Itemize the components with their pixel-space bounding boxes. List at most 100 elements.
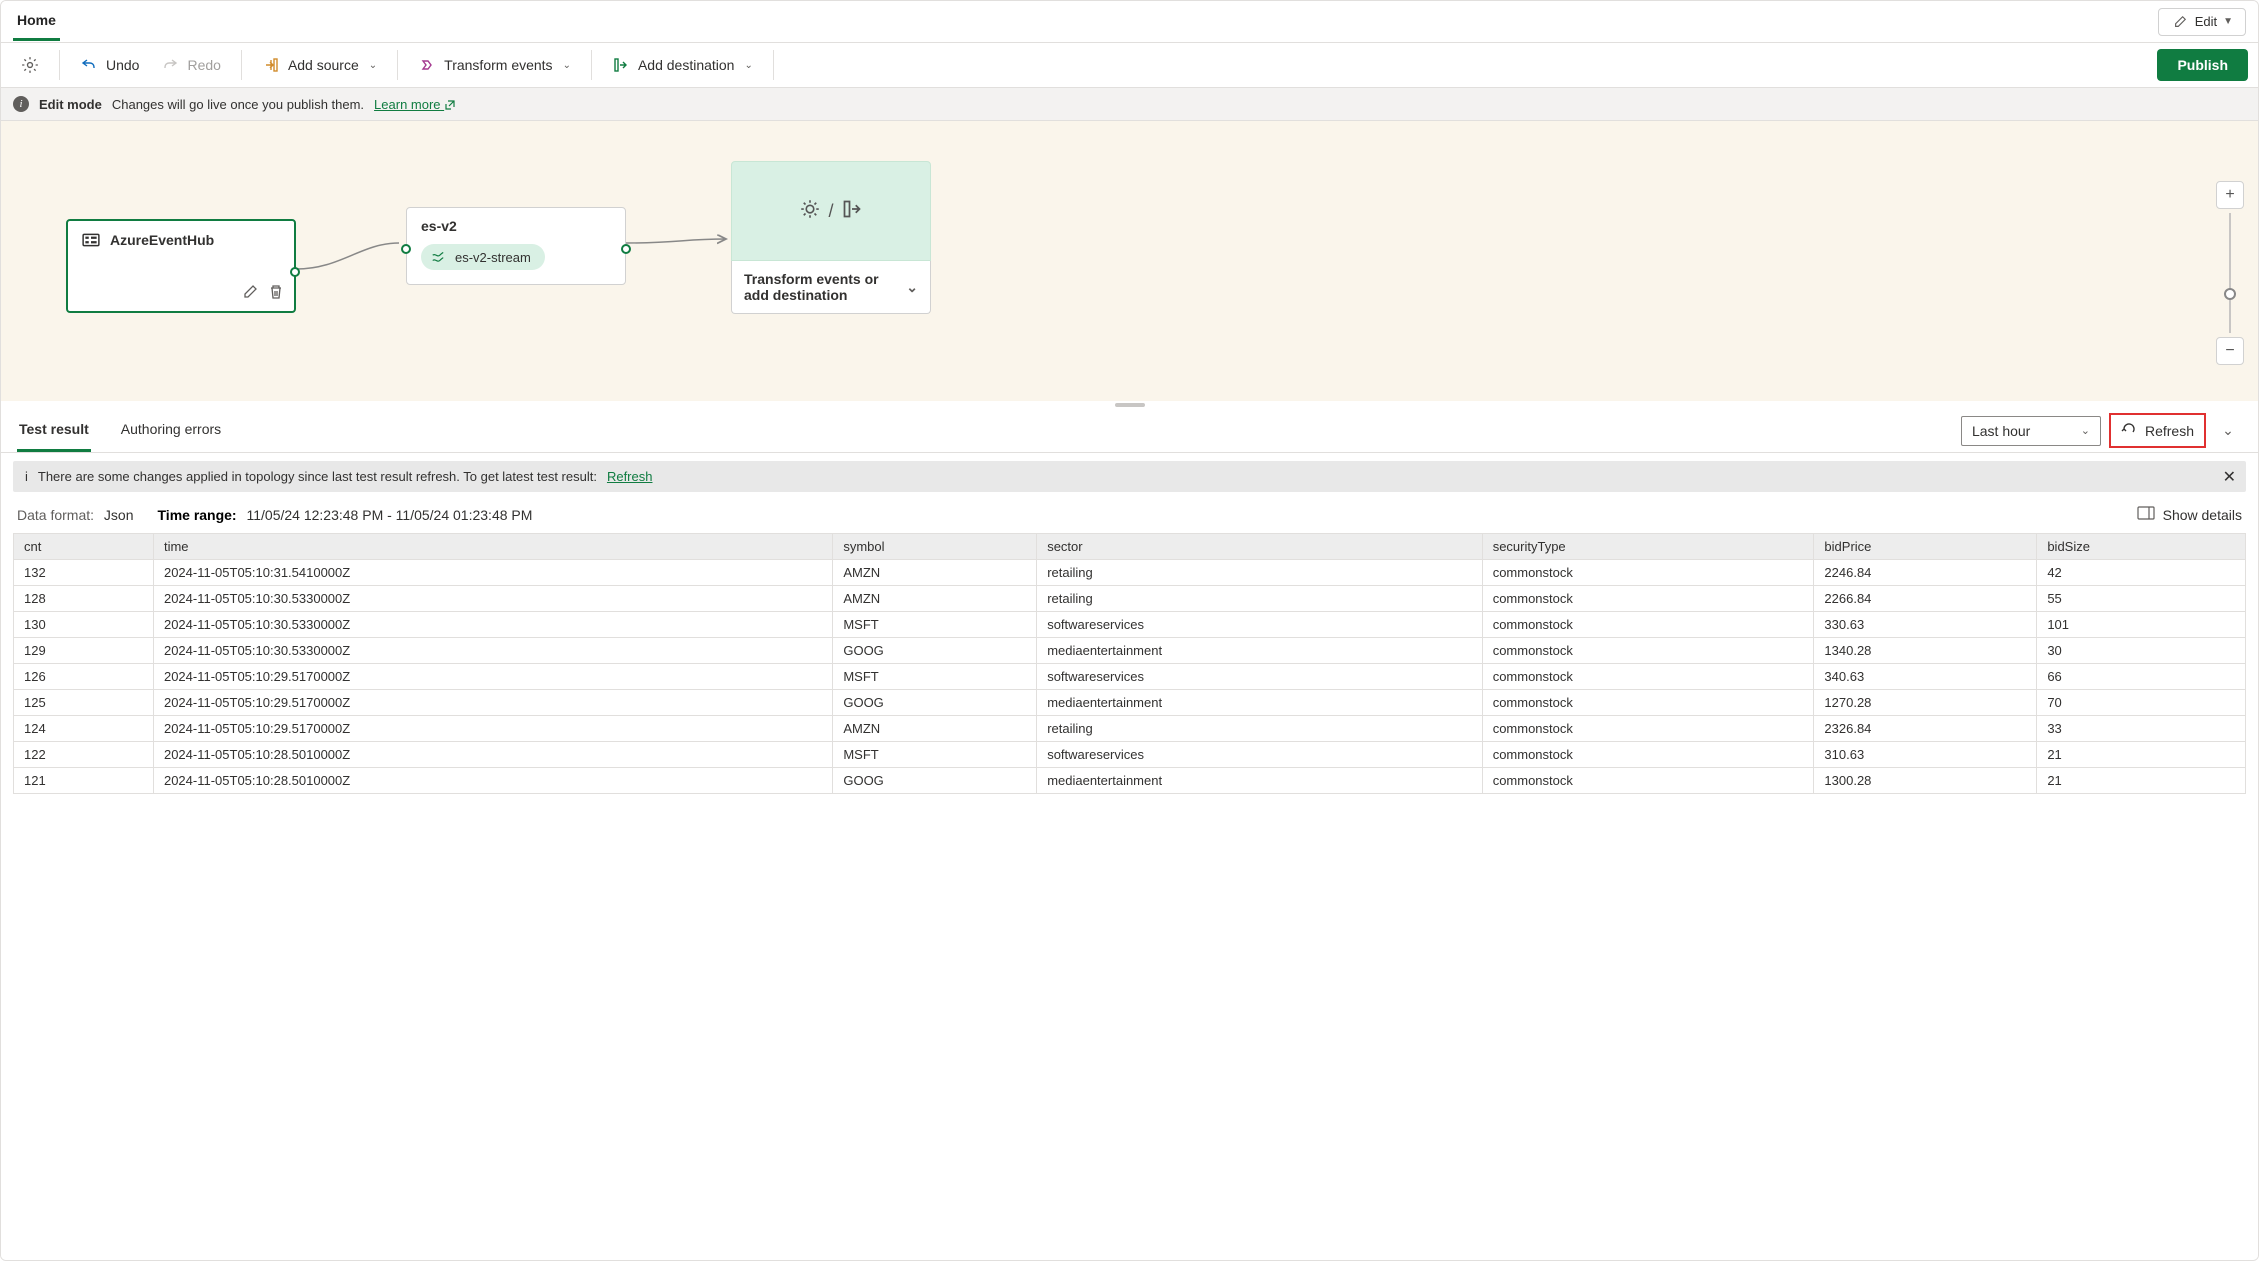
table-row[interactable]: 1252024-11-05T05:10:29.5170000ZGOOGmedia… bbox=[14, 690, 2246, 716]
panel-splitter[interactable] bbox=[1, 401, 2258, 409]
table-cell: 21 bbox=[2037, 768, 2246, 794]
table-cell: mediaentertainment bbox=[1037, 638, 1483, 664]
edit-label: Edit bbox=[2195, 14, 2217, 29]
stream-icon bbox=[429, 248, 447, 266]
table-cell: AMZN bbox=[833, 586, 1037, 612]
column-header[interactable]: bidPrice bbox=[1814, 534, 2037, 560]
node-input-port[interactable] bbox=[401, 244, 411, 254]
table-row[interactable]: 1242024-11-05T05:10:29.5170000ZAMZNretai… bbox=[14, 716, 2246, 742]
edit-mode-info-bar: i Edit mode Changes will go live once yo… bbox=[1, 88, 2258, 121]
table-row[interactable]: 1302024-11-05T05:10:30.5330000ZMSFTsoftw… bbox=[14, 612, 2246, 638]
column-header[interactable]: sector bbox=[1037, 534, 1483, 560]
alert-refresh-link[interactable]: Refresh bbox=[607, 469, 653, 484]
table-row[interactable]: 1222024-11-05T05:10:28.5010000ZMSFTsoftw… bbox=[14, 742, 2246, 768]
table-cell: commonstock bbox=[1482, 638, 1814, 664]
close-alert-button[interactable]: ✕ bbox=[2223, 467, 2236, 487]
destination-icons-row: / bbox=[731, 161, 931, 261]
tab-home[interactable]: Home bbox=[13, 2, 60, 41]
results-table-wrap[interactable]: cnttimesymbolsectorsecurityTypebidPriceb… bbox=[1, 533, 2258, 1260]
table-row[interactable]: 1262024-11-05T05:10:29.5170000ZMSFTsoftw… bbox=[14, 664, 2246, 690]
table-cell: 2024-11-05T05:10:30.5330000Z bbox=[153, 638, 832, 664]
table-cell: mediaentertainment bbox=[1037, 690, 1483, 716]
redo-label: Redo bbox=[187, 57, 220, 73]
table-cell: 1300.28 bbox=[1814, 768, 2037, 794]
refresh-button[interactable]: Refresh bbox=[2109, 413, 2206, 448]
add-source-button[interactable]: Add source ⌄ bbox=[254, 50, 385, 80]
table-cell: 21 bbox=[2037, 742, 2246, 768]
source-title: AzureEventHub bbox=[110, 232, 214, 248]
edit-mode-message: Changes will go live once you publish th… bbox=[112, 97, 364, 112]
stream-chip[interactable]: es-v2-stream bbox=[421, 244, 545, 270]
caret-down-icon: ▼ bbox=[2223, 16, 2233, 27]
data-format-label: Data format: bbox=[17, 507, 94, 523]
redo-button[interactable]: Redo bbox=[153, 50, 228, 80]
table-cell: 101 bbox=[2037, 612, 2246, 638]
show-details-label: Show details bbox=[2163, 507, 2242, 523]
table-cell: 126 bbox=[14, 664, 154, 690]
delete-node-button[interactable] bbox=[268, 284, 284, 303]
toolbar: Undo Redo Add source ⌄ bbox=[1, 43, 2258, 88]
undo-button[interactable]: Undo bbox=[72, 50, 147, 80]
tab-authoring-errors[interactable]: Authoring errors bbox=[119, 409, 223, 452]
node-output-port[interactable] bbox=[621, 244, 631, 254]
node-stream[interactable]: es-v2 es-v2-stream bbox=[406, 207, 626, 285]
table-cell: 129 bbox=[14, 638, 154, 664]
zoom-slider[interactable] bbox=[2229, 213, 2231, 333]
column-header[interactable]: securityType bbox=[1482, 534, 1814, 560]
table-cell: commonstock bbox=[1482, 664, 1814, 690]
node-source[interactable]: AzureEventHub bbox=[66, 219, 296, 313]
learn-more-link[interactable]: Learn more bbox=[374, 97, 456, 112]
table-cell: 2024-11-05T05:10:29.5170000Z bbox=[153, 690, 832, 716]
table-row[interactable]: 1212024-11-05T05:10:28.5010000ZGOOGmedia… bbox=[14, 768, 2246, 794]
transform-events-button[interactable]: Transform events ⌄ bbox=[410, 50, 579, 80]
column-header[interactable]: time bbox=[153, 534, 832, 560]
table-cell: 2024-11-05T05:10:29.5170000Z bbox=[153, 664, 832, 690]
table-cell: 310.63 bbox=[1814, 742, 2037, 768]
undo-label: Undo bbox=[106, 57, 139, 73]
table-cell: 2024-11-05T05:10:30.5330000Z bbox=[153, 612, 832, 638]
zoom-out-button[interactable]: − bbox=[2216, 337, 2244, 365]
table-cell: GOOG bbox=[833, 638, 1037, 664]
column-header[interactable]: symbol bbox=[833, 534, 1037, 560]
table-row[interactable]: 1322024-11-05T05:10:31.5410000ZAMZNretai… bbox=[14, 560, 2246, 586]
edit-node-button[interactable] bbox=[242, 284, 258, 303]
table-cell: retailing bbox=[1037, 560, 1483, 586]
expand-panel-button[interactable]: ⌄ bbox=[2214, 417, 2242, 445]
column-header[interactable]: cnt bbox=[14, 534, 154, 560]
pipeline-canvas[interactable]: AzureEventHub es-v2 es-v2-stream bbox=[1, 121, 2258, 401]
node-output-port[interactable] bbox=[290, 267, 300, 277]
zoom-in-button[interactable]: + bbox=[2216, 181, 2244, 209]
stream-node-title: es-v2 bbox=[421, 218, 457, 234]
table-cell: 70 bbox=[2037, 690, 2246, 716]
publish-button[interactable]: Publish bbox=[2157, 49, 2248, 81]
column-header[interactable]: bidSize bbox=[2037, 534, 2246, 560]
bottom-tabbar: Test result Authoring errors Last hour ⌄… bbox=[1, 409, 2258, 453]
table-row[interactable]: 1282024-11-05T05:10:30.5330000ZAMZNretai… bbox=[14, 586, 2246, 612]
table-cell: 121 bbox=[14, 768, 154, 794]
edit-mode-label: Edit mode bbox=[39, 97, 102, 112]
table-row[interactable]: 1292024-11-05T05:10:30.5330000ZGOOGmedia… bbox=[14, 638, 2246, 664]
chevron-down-icon[interactable]: ⌄ bbox=[906, 279, 918, 296]
node-destination-placeholder[interactable]: / Transform events or add destination ⌄ bbox=[731, 161, 931, 314]
table-cell: GOOG bbox=[833, 768, 1037, 794]
tab-strip: Home Edit ▼ bbox=[1, 1, 2258, 43]
settings-button[interactable] bbox=[13, 50, 47, 80]
table-cell: 2246.84 bbox=[1814, 560, 2037, 586]
show-details-button[interactable]: Show details bbox=[2137, 506, 2242, 523]
table-cell: AMZN bbox=[833, 716, 1037, 742]
time-range-label: Time range: bbox=[158, 507, 237, 523]
table-cell: commonstock bbox=[1482, 586, 1814, 612]
time-range-select[interactable]: Last hour ⌄ bbox=[1961, 416, 2101, 446]
table-cell: retailing bbox=[1037, 586, 1483, 612]
undo-icon bbox=[80, 56, 98, 74]
add-destination-button[interactable]: Add destination ⌄ bbox=[604, 50, 761, 80]
table-cell: softwareservices bbox=[1037, 742, 1483, 768]
table-cell: MSFT bbox=[833, 742, 1037, 768]
edit-mode-dropdown[interactable]: Edit ▼ bbox=[2158, 8, 2246, 36]
table-cell: 2024-11-05T05:10:29.5170000Z bbox=[153, 716, 832, 742]
table-cell: GOOG bbox=[833, 690, 1037, 716]
table-cell: 1270.28 bbox=[1814, 690, 2037, 716]
zoom-thumb[interactable] bbox=[2224, 288, 2236, 300]
tab-test-result[interactable]: Test result bbox=[17, 409, 91, 452]
chevron-down-icon: ⌄ bbox=[2081, 424, 2090, 437]
